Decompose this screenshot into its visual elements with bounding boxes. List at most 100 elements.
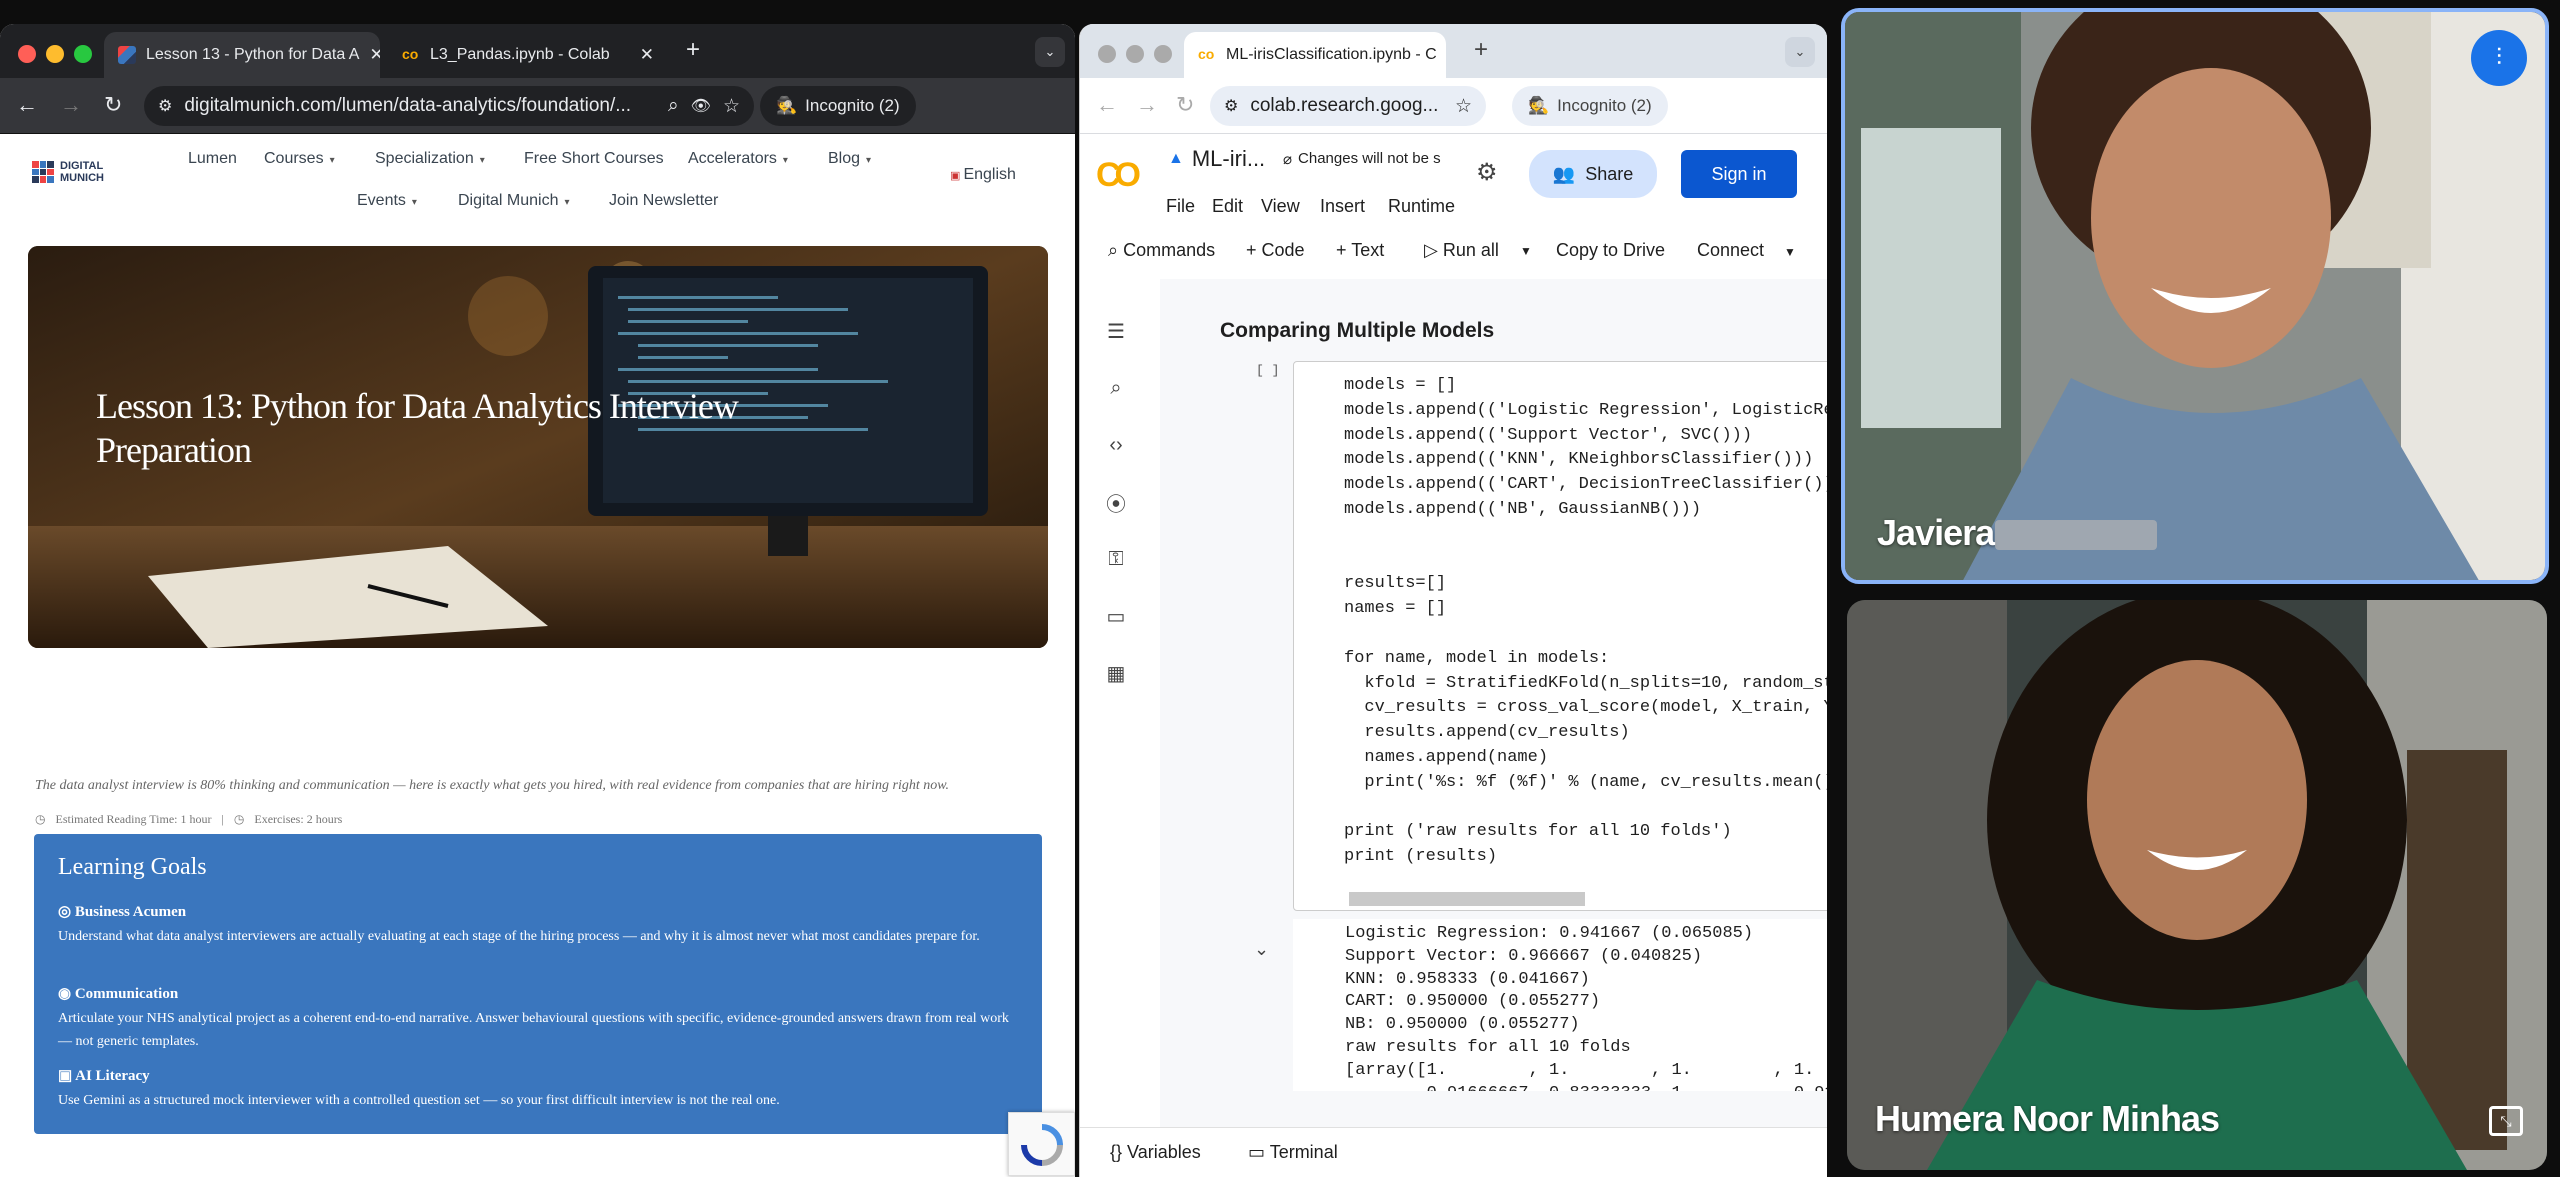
new-tab-plus-icon[interactable]: + [1474, 36, 1488, 64]
site-settings-icon[interactable]: ⚙ [158, 96, 172, 116]
maximize-window-button[interactable] [74, 45, 92, 63]
nav-accelerators[interactable]: Accelerators ▾ [688, 150, 788, 168]
nav-lumen[interactable]: Lumen [188, 150, 237, 168]
video-tile-javiera[interactable]: Javiera ⫶ [1841, 8, 2549, 584]
files-folder-icon[interactable]: ▭ [1104, 604, 1128, 628]
picture-in-picture-icon[interactable]: ⤡ [2489, 1106, 2523, 1136]
terminal-button[interactable]: ▭ Terminal [1248, 1142, 1338, 1163]
drive-icon: ▲ [1168, 150, 1184, 167]
incognito-icon: 🕵 [776, 96, 798, 115]
notebook-title[interactable]: ML-iri... [1192, 146, 1265, 172]
tracking-protection-eye-icon[interactable]: 👁 [691, 96, 711, 116]
colab-favicon-icon: co [1198, 46, 1215, 62]
close-window-button[interactable] [1098, 45, 1116, 63]
commands-button[interactable]: ⌕ Commands [1108, 240, 1215, 261]
nav-blog[interactable]: Blog ▾ [828, 150, 871, 168]
tab-strip: Lesson 13 - Python for Data A ✕ co L3_Pa… [0, 24, 1075, 78]
close-window-button[interactable] [18, 45, 36, 63]
recaptcha-badge[interactable] [1008, 1112, 1075, 1176]
nav-digital-munich[interactable]: Digital Munich ▾ [458, 192, 570, 210]
variables-label: Variables [1127, 1142, 1201, 1162]
run-all-button[interactable]: ▷ Run all [1424, 240, 1499, 261]
bookmark-star-icon[interactable]: ☆ [723, 95, 740, 118]
maximize-window-button[interactable] [1154, 45, 1172, 63]
menu-file[interactable]: File [1166, 196, 1195, 217]
minimize-window-button[interactable] [46, 45, 64, 63]
new-tab-plus-icon[interactable]: + [686, 36, 700, 64]
language-selector[interactable]: ▣ English [950, 166, 1016, 184]
logo-text: DIGITAL MUNICH [60, 160, 104, 184]
tab-lesson-13[interactable]: Lesson 13 - Python for Data A ✕ [104, 32, 380, 78]
sign-in-button[interactable]: Sign in [1681, 150, 1797, 198]
share-button[interactable]: 👥 Share [1529, 150, 1657, 198]
nav-label: Lumen [188, 150, 237, 167]
incognito-label: Incognito (2) [805, 96, 900, 115]
close-tab-icon[interactable]: ✕ [640, 45, 654, 65]
url-text: digitalmunich.com/lumen/data-analytics/f… [184, 95, 632, 116]
back-arrow-icon[interactable]: ← [16, 92, 38, 118]
add-text-button[interactable]: + Text [1336, 240, 1384, 261]
goal-title: Business Acumen [74, 904, 187, 920]
code-snippets-icon[interactable]: ‹› [1104, 433, 1128, 457]
code-cell[interactable]: models = [] models.append(('Logistic Reg… [1293, 361, 1827, 911]
menu-insert[interactable]: Insert [1320, 196, 1365, 217]
address-bar[interactable]: ⚙ colab.research.goog... ☆ [1210, 86, 1486, 126]
changes-note: Changes will not be s [1298, 150, 1441, 167]
data-table-icon[interactable]: ▦ [1104, 661, 1128, 685]
variables-button[interactable]: {} Variables [1110, 1142, 1201, 1163]
nav-specialization[interactable]: Specialization ▾ [375, 150, 485, 168]
colab-favicon-icon: co [402, 46, 419, 62]
table-of-contents-icon[interactable]: ☰ [1104, 319, 1128, 343]
tab-search-chevron-icon[interactable]: ⌄ [1785, 37, 1815, 67]
variables-inspector-icon[interactable]: ⦿ [1104, 490, 1128, 516]
horizontal-scrollbar[interactable] [1349, 892, 1585, 906]
nav-join-newsletter[interactable]: Join Newsletter [609, 192, 718, 210]
connect-button[interactable]: Connect ▼ [1697, 240, 1796, 261]
nav-events[interactable]: Events ▾ [357, 192, 417, 210]
run-cell-button[interactable]: [ ] [1256, 363, 1279, 378]
incognito-indicator[interactable]: 🕵 Incognito (2) [760, 86, 916, 126]
forward-arrow-icon[interactable]: → [1136, 92, 1158, 118]
forward-arrow-icon[interactable]: → [60, 92, 82, 118]
goal-description: Articulate your NHS analytical project a… [58, 1011, 1009, 1049]
collapse-output-chevron-icon[interactable]: ⌄ [1254, 939, 1269, 960]
site-settings-icon[interactable]: ⚙ [1224, 96, 1238, 116]
digital-munich-logo[interactable]: DIGITAL MUNICH [32, 160, 120, 184]
learning-goals-box: Learning Goals ◎ Business Acumen Underst… [34, 834, 1042, 1134]
chevron-down-icon: ▾ [782, 155, 788, 166]
tab-search-chevron-icon[interactable]: ⌄ [1035, 37, 1065, 67]
menu-edit[interactable]: Edit [1212, 196, 1243, 217]
output-text: Logistic Regression: 0.941667 (0.065085)… [1345, 924, 1827, 1091]
terminal-label: Terminal [1269, 1142, 1338, 1162]
nav-free-short-courses[interactable]: Free Short Courses [524, 150, 664, 168]
video-tile-humera[interactable]: Humera Noor Minhas ⤡ [1847, 600, 2547, 1170]
run-all-label: Run all [1442, 240, 1499, 260]
nav-courses[interactable]: Courses ▾ [264, 150, 335, 168]
reload-icon[interactable]: ↻ [104, 92, 122, 118]
menu-runtime[interactable]: Runtime [1388, 196, 1455, 217]
close-tab-icon[interactable]: ✕ [369, 45, 380, 65]
nav-label: Free Short Courses [524, 150, 664, 167]
changes-warning[interactable]: ⌀ Changes will not be s [1283, 150, 1463, 168]
tab-l3-pandas[interactable]: co L3_Pandas.ipynb - Colab ✕ [388, 32, 668, 78]
find-icon[interactable]: ⌕ [1104, 376, 1128, 400]
tab-iris-classification[interactable]: co ML-irisClassification.ipynb - C ✕ [1184, 32, 1446, 78]
address-bar[interactable]: ⚙ digitalmunich.com/lumen/data-analytics… [144, 86, 754, 126]
web-page: DIGITAL MUNICH Lumen Courses ▾ Specializa… [0, 134, 1075, 1177]
code-editor[interactable]: models = [] models.append(('Logistic Reg… [1344, 374, 1827, 870]
connect-chevron-icon[interactable]: ▼ [1784, 245, 1796, 259]
copy-to-drive-button[interactable]: Copy to Drive [1556, 240, 1665, 261]
add-code-button[interactable]: + Code [1246, 240, 1305, 261]
participant-name: Humera Noor Minhas [1875, 1098, 2220, 1139]
minimize-window-button[interactable] [1126, 45, 1144, 63]
reload-icon[interactable]: ↻ [1176, 92, 1194, 118]
bookmark-star-icon[interactable]: ☆ [1455, 95, 1472, 118]
menu-view[interactable]: View [1261, 196, 1300, 217]
run-all-chevron-icon[interactable]: ▼ [1520, 244, 1532, 258]
settings-gear-icon[interactable]: ⚙ [1476, 158, 1498, 187]
back-arrow-icon[interactable]: ← [1096, 92, 1118, 118]
secrets-key-icon[interactable]: ⚿ [1104, 547, 1128, 571]
colab-logo-icon[interactable]: CO [1096, 156, 1141, 195]
incognito-indicator[interactable]: 🕵 Incognito (2) [1512, 86, 1668, 126]
zoom-icon[interactable]: ⌕ [668, 95, 679, 117]
